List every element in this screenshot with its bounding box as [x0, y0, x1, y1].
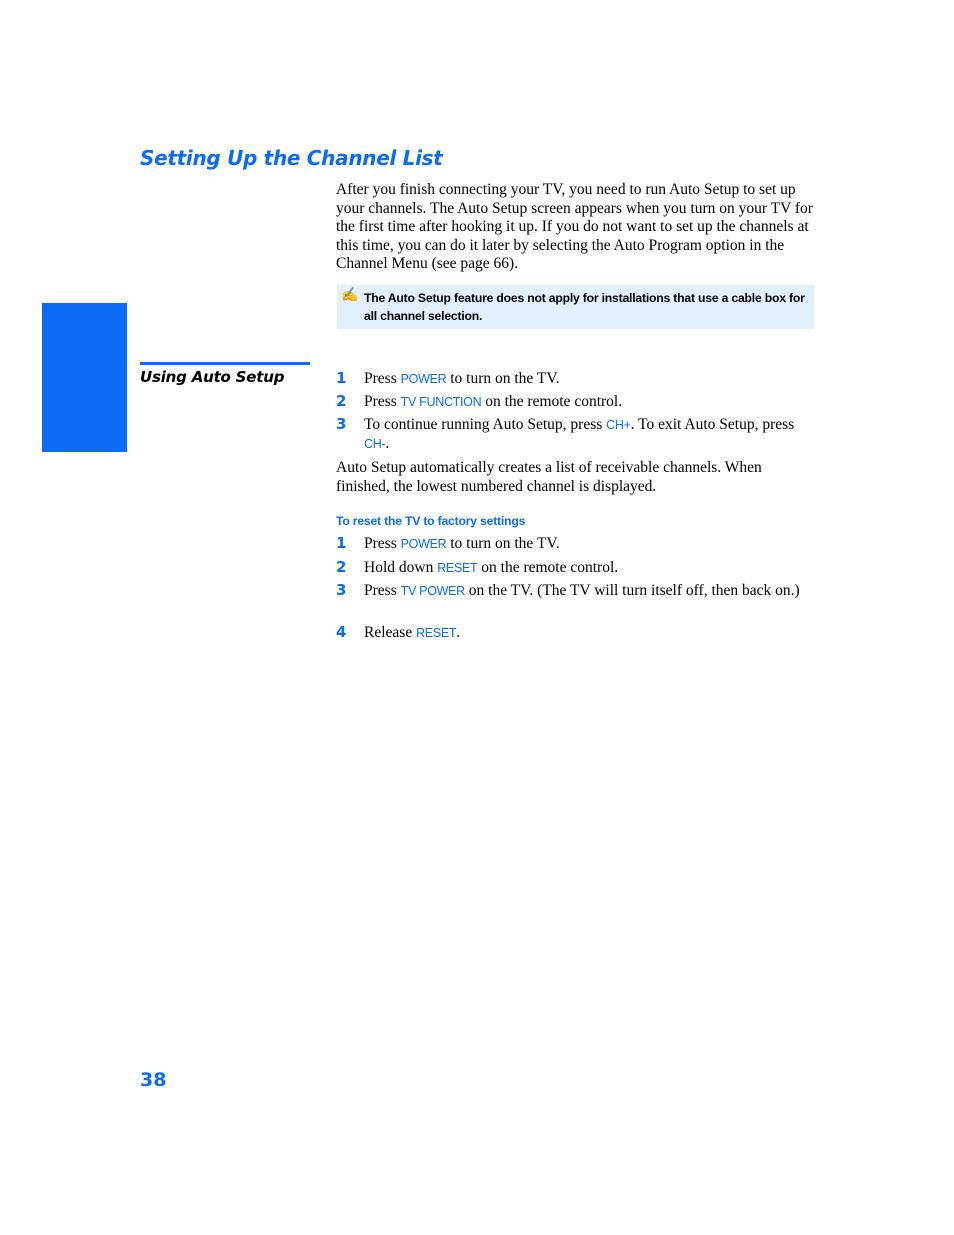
note-box: ✍ The Auto Setup feature does not apply …	[337, 285, 814, 329]
step-text: Press	[364, 535, 401, 552]
step-text: Press	[364, 582, 401, 599]
step-text: . To exit Auto Setup, press	[630, 416, 795, 433]
step-number: 2	[336, 558, 347, 576]
step-text: Press	[364, 370, 401, 387]
section-title: Using Auto Setup	[140, 368, 285, 386]
reset-step: 3 Press TV POWER on the TV. (The TV will…	[336, 581, 814, 601]
step-text: Hold down	[364, 559, 438, 576]
section-tab-label: Setup	[93, 656, 111, 706]
page-title: Setting Up the Channel List	[140, 146, 443, 170]
key-label: CH+	[606, 418, 631, 432]
step-number: 4	[336, 623, 347, 641]
step-number: 1	[336, 534, 347, 552]
step-text: on the remote control.	[481, 393, 623, 410]
step-number: 1	[336, 369, 347, 387]
reset-step: 2 Hold down RESET on the remote control.	[336, 558, 814, 578]
auto-setup-step: 2 Press TV FUNCTION on the remote contro…	[336, 392, 814, 412]
key-label: CH-	[364, 436, 386, 451]
step-number: 3	[336, 415, 347, 433]
auto-setup-step: 3 To continue running Auto Setup, press …	[336, 415, 814, 453]
section-tab: Setup	[42, 303, 127, 706]
step-text: Release	[364, 624, 417, 641]
step-number: 2	[336, 392, 347, 410]
key-label: RESET	[437, 561, 478, 575]
note-text: The Auto Setup feature does not apply fo…	[364, 291, 805, 323]
page-number: 38	[140, 1069, 167, 1091]
key-label: POWER	[400, 537, 447, 551]
step-text: to turn on the TV.	[446, 370, 560, 387]
step-number: 3	[336, 581, 347, 599]
step-text: To continue running Auto Setup, press	[364, 416, 607, 433]
key-label: TV FUNCTION	[400, 395, 482, 409]
section-rule	[140, 362, 310, 365]
step-text: to turn on the TV.	[446, 535, 560, 552]
note-pencil-icon: ✍	[341, 288, 359, 303]
step-text: on the TV. (The TV will turn itself off,…	[464, 582, 800, 599]
auto-setup-summary: Auto Setup automatically creates a list …	[336, 459, 762, 495]
step-text: .	[456, 624, 461, 641]
auto-setup-step: 1 Press POWER to turn on the TV.	[336, 369, 814, 389]
key-label: TV POWER	[400, 584, 466, 598]
step-text: on the remote control.	[477, 559, 619, 576]
key-label: RESET	[416, 626, 457, 640]
key-label: POWER	[400, 372, 447, 386]
step-text: .	[385, 434, 390, 452]
reset-step: 1 Press POWER to turn on the TV.	[336, 534, 814, 554]
intro-paragraph: After you finish connecting your TV, you…	[336, 181, 813, 273]
step-text: Press	[364, 393, 401, 410]
reset-subheading: To reset the TV to factory settings	[336, 514, 526, 528]
reset-step: 4 Release RESET.	[336, 623, 814, 643]
